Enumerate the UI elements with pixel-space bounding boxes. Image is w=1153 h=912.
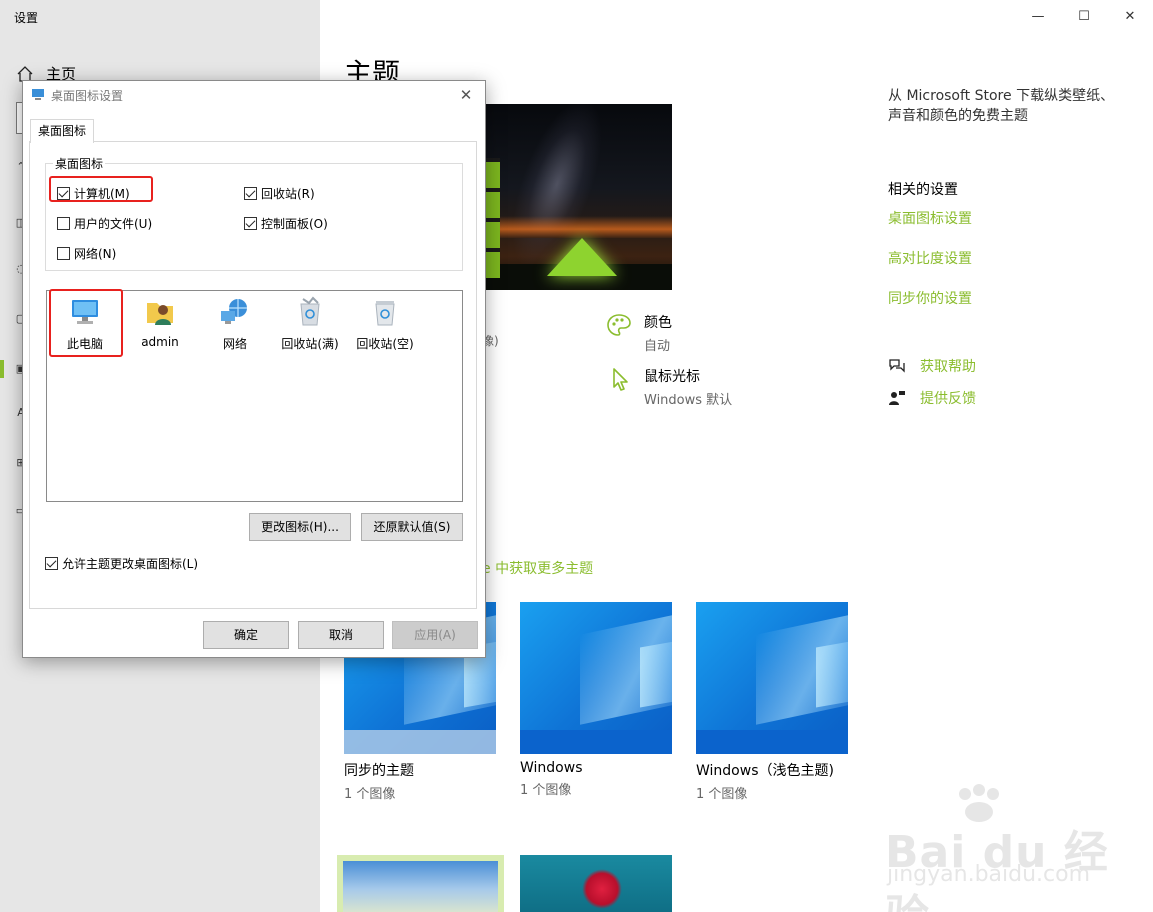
checkbox-label: 允许主题更改桌面图标(L) (62, 557, 199, 571)
groupbox-title: 桌面图标 (53, 155, 106, 172)
glowing-tent (547, 238, 617, 276)
get-help-link[interactable]: 获取帮助 (888, 356, 976, 376)
change-icon-button[interactable]: 更改图标(H)... (249, 513, 351, 541)
theme-tile-flower[interactable] (520, 855, 672, 912)
cursor-title: 鼠标光标 (644, 369, 700, 385)
active-nav-indicator (0, 360, 4, 378)
cursor-icon (613, 368, 628, 391)
theme-image-count: 1 个图像 (520, 783, 572, 798)
chat-help-icon (889, 359, 905, 373)
dialog-close-icon[interactable]: ✕ (455, 84, 477, 106)
checkbox-box[interactable] (57, 217, 70, 230)
network-checkbox[interactable]: 网络(N) (57, 245, 116, 262)
cursor-value: Windows 默认 (644, 393, 733, 408)
recycle-bin-full-icon (300, 296, 320, 326)
app-title: 设置 (14, 11, 39, 25)
cancel-button[interactable]: 取消 (298, 621, 384, 649)
icon-label: 回收站(空) (356, 337, 414, 351)
checkbox-box[interactable] (45, 557, 58, 570)
desktop-icon-settings-dialog: 桌面图标设置 ✕ 桌面图标 桌面图标 计算机(M) 回收站(R) 用户的文件(U… (22, 80, 486, 658)
watermark-url: jingyan.baidu.com (887, 862, 1091, 887)
user-folder-icon (147, 303, 173, 325)
icon-recycle-bin-full[interactable]: 回收站(满) (274, 295, 346, 352)
related-settings-heading: 相关的设置 (888, 182, 958, 198)
baidu-watermark: Bai du 经验 jingyan.baidu.com (885, 782, 1125, 912)
theme-thumbnail (520, 602, 672, 754)
icon-recycle-bin-empty[interactable]: 回收站(空) (349, 295, 421, 352)
icon-label: 网络 (222, 337, 247, 351)
control-panel-checkbox[interactable]: 控制面板(O) (244, 215, 328, 232)
theme-name: Windows（浅色主题) (696, 763, 834, 779)
theme-name: Windows (520, 760, 583, 776)
icon-admin[interactable]: admin (124, 295, 196, 349)
theme-image-count: 1 个图像 (344, 787, 396, 802)
dialog-titlebar[interactable]: 桌面图标设置 ✕ (23, 81, 485, 109)
theme-name: 同步的主题 (344, 763, 414, 779)
theme-image-count: 1 个图像 (696, 787, 748, 802)
sync-settings-link[interactable]: 同步你的设置 (888, 288, 972, 308)
current-theme-preview (482, 104, 672, 290)
checkbox-label: 控制面板(O) (261, 217, 328, 231)
this-pc-icon-highlight (49, 289, 123, 357)
tab-desktop-icons[interactable]: 桌面图标 (30, 119, 94, 143)
icon-label: 回收站(满) (281, 337, 339, 351)
dialog-title: 桌面图标设置 (51, 89, 124, 103)
horizon-glow (482, 216, 672, 238)
recycle-bin-empty-icon (375, 301, 395, 326)
theme-tile-windows-light[interactable]: Windows（浅色主题) 1 个图像 (696, 602, 848, 802)
checkbox-box[interactable] (57, 247, 70, 260)
minimize-button[interactable]: — (1015, 0, 1061, 32)
cursor-setting[interactable]: 鼠标光标 Windows 默认 (606, 366, 732, 408)
desktop-icon-settings-link[interactable]: 桌面图标设置 (888, 208, 972, 228)
checkbox-label: 网络(N) (74, 247, 117, 261)
allow-theme-checkbox[interactable]: 允许主题更改桌面图标(L) (45, 555, 198, 572)
color-value: 自动 (644, 339, 671, 354)
store-description: 从 Microsoft Store 下载纵类壁纸、声音和颜色的免费主题 (888, 88, 1115, 124)
checkbox-label: 用户的文件(U) (74, 217, 153, 231)
dialog-app-icon (32, 89, 44, 100)
theme-thumbnail (696, 602, 848, 754)
user-files-checkbox[interactable]: 用户的文件(U) (57, 215, 152, 232)
color-title: 颜色 (644, 315, 672, 331)
close-button[interactable]: ✕ (1107, 0, 1153, 32)
computer-checkbox-highlight (49, 176, 153, 202)
checkbox-box[interactable] (244, 217, 257, 230)
icon-network[interactable]: 网络 (199, 295, 271, 352)
maximize-button[interactable]: ☐ (1061, 0, 1107, 32)
restore-default-button[interactable]: 还原默认值(S) (361, 513, 463, 541)
get-help-label: 获取帮助 (920, 359, 976, 375)
recycle-bin-checkbox[interactable]: 回收站(R) (244, 185, 315, 202)
icon-label: admin (141, 335, 179, 349)
window-controls: — ☐ ✕ (1015, 0, 1153, 32)
theme-tile-windows[interactable]: Windows 1 个图像 (520, 602, 672, 798)
ok-button[interactable]: 确定 (203, 621, 289, 649)
theme-tile-sky[interactable] (337, 855, 504, 912)
network-globe-icon (221, 299, 247, 324)
palette-icon (607, 314, 631, 336)
checkbox-box[interactable] (244, 187, 257, 200)
color-setting[interactable]: 颜色 自动 (606, 312, 672, 354)
feedback-person-icon (889, 391, 905, 405)
apply-button[interactable]: 应用(A) (392, 621, 478, 649)
checkbox-label: 回收站(R) (261, 187, 315, 201)
feedback-link[interactable]: 提供反馈 (888, 388, 976, 408)
high-contrast-settings-link[interactable]: 高对比度设置 (888, 248, 972, 268)
get-more-themes-link[interactable]: e 中获取更多主题 (482, 558, 593, 578)
feedback-label: 提供反馈 (920, 391, 976, 407)
